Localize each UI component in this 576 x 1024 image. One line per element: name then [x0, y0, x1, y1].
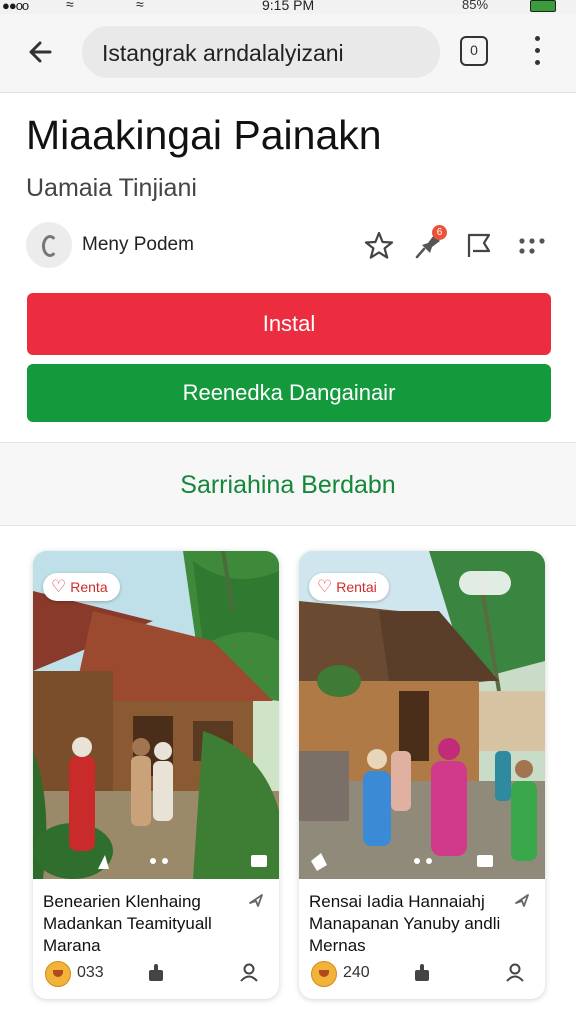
app-title: Miaakingai Painakn	[26, 112, 382, 158]
back-arrow-icon	[29, 41, 52, 63]
wifi-icon: ≈	[136, 0, 144, 12]
user-icon[interactable]	[504, 961, 526, 983]
developer-name[interactable]: Meny Podem	[82, 234, 194, 256]
battery-icon	[530, 0, 556, 12]
more-horiz-icon	[519, 238, 545, 254]
heart-icon: ♡	[51, 577, 67, 596]
like-icon[interactable]	[411, 961, 433, 983]
battery-percent: 85%	[462, 0, 489, 12]
install-button[interactable]: Instal	[27, 293, 551, 355]
section-title[interactable]: Sarriahina Berdabn	[0, 471, 576, 500]
status-bar: ●●oo ≈ ≈ 9:15 PM 85%	[0, 0, 576, 14]
card-title[interactable]: Benearien Klenhaing Madankan Teamityuall…	[43, 891, 243, 957]
tag-label: Renta	[70, 579, 108, 595]
card-count: 033	[77, 964, 104, 981]
signal-dots: ●●oo	[2, 0, 29, 13]
like-icon[interactable]	[145, 961, 167, 983]
tabs-icon: 0	[470, 42, 478, 58]
app-subtitle: Uamaia Tinjiani	[26, 174, 197, 202]
star-button[interactable]	[362, 229, 396, 263]
content-card[interactable]: ♡ Renta Benearien Klenhaing Madankan Tea…	[33, 551, 279, 999]
wifi-icon: ≈	[66, 0, 74, 12]
secondary-action-button[interactable]: Reenedka Dangainair	[27, 364, 551, 422]
address-text: Istangrak arndalalyizani	[102, 40, 344, 66]
developer-icon[interactable]	[26, 222, 72, 268]
card-image[interactable]: ♡ Renta	[33, 551, 279, 879]
section-header: Sarriahina Berdabn	[0, 443, 576, 526]
avatar[interactable]	[311, 961, 337, 987]
tag-label: Rentai	[336, 579, 377, 595]
star-icon	[364, 231, 394, 259]
status-time: 9:15 PM	[262, 0, 315, 13]
heart-icon: ♡	[317, 577, 333, 596]
pin-button[interactable]: 6	[412, 225, 447, 263]
share-icon[interactable]	[513, 891, 531, 909]
flag-icon	[467, 233, 491, 257]
card-footer: 033	[33, 961, 279, 991]
back-button[interactable]	[22, 32, 62, 72]
card-footer: 240	[299, 961, 545, 991]
card-count: 240	[343, 964, 370, 981]
browser-app-bar: Istangrak arndalalyizani 0	[0, 14, 576, 93]
content-card[interactable]: ♡ Rentai Rensai Iadia Hannaiahj Manapana…	[299, 551, 545, 999]
tabs-button[interactable]: 0	[460, 36, 488, 66]
card-title[interactable]: Rensai Iadia Hannaiahj Manapanan Yanuby …	[309, 891, 509, 957]
avatar[interactable]	[45, 961, 71, 987]
card-image[interactable]: ♡ Rentai	[299, 551, 545, 879]
more-horiz-button[interactable]	[516, 229, 550, 263]
more-vert-icon[interactable]	[530, 36, 546, 68]
card-tag[interactable]: ♡ Renta	[43, 573, 120, 601]
app-detail-page: ●●oo ≈ ≈ 9:15 PM 85% Istangrak arndalaly…	[0, 0, 576, 1024]
address-bar[interactable]: Istangrak arndalalyizani	[82, 26, 440, 78]
card-tag[interactable]: ♡ Rentai	[309, 573, 389, 601]
share-icon[interactable]	[247, 891, 265, 909]
notification-badge: 6	[432, 225, 447, 240]
flag-button[interactable]	[462, 229, 496, 263]
user-icon[interactable]	[238, 961, 260, 983]
